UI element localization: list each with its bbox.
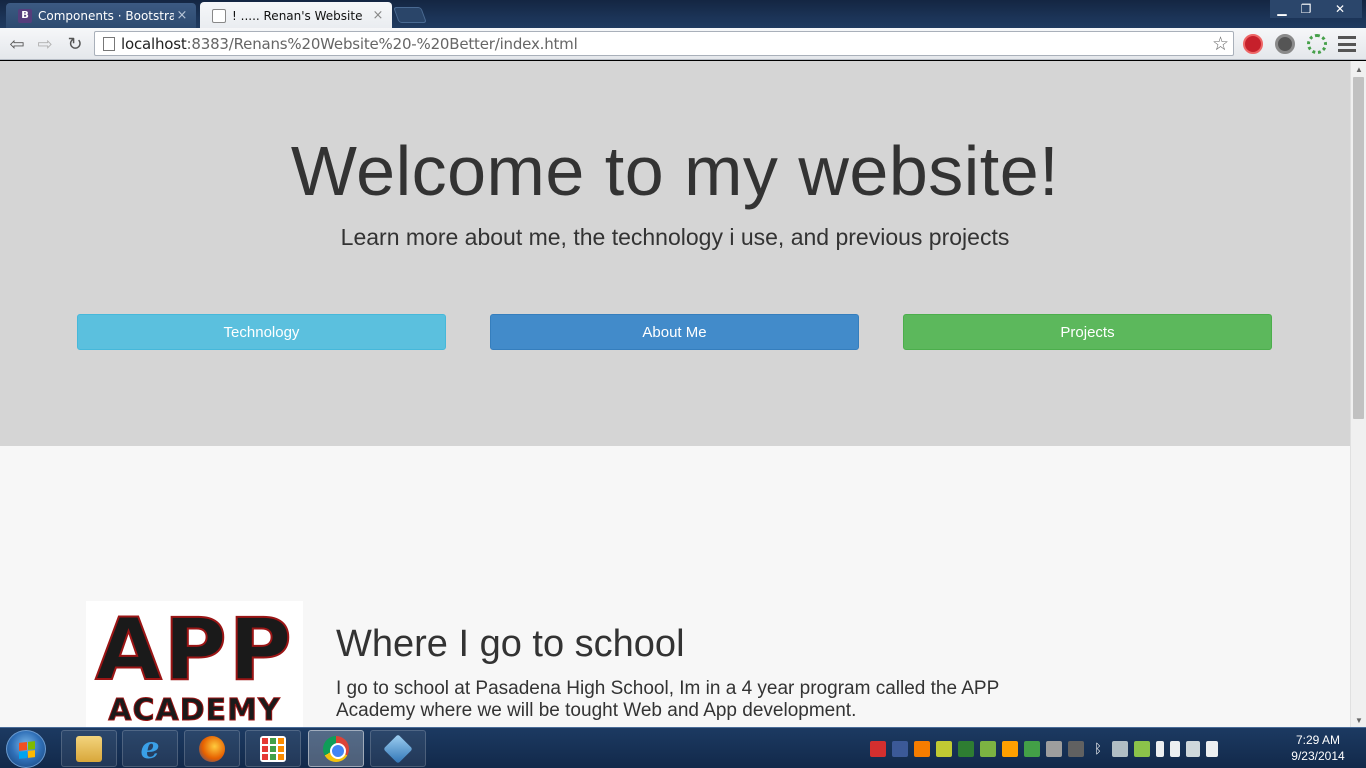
address-bar[interactable]: localhost:8383/Renans%20Website%20-%20Be… (94, 31, 1234, 56)
network-monitor-tray-icon[interactable] (892, 741, 908, 757)
page-scrollbar[interactable]: ▲ ▼ (1350, 61, 1366, 727)
folder-icon (76, 735, 102, 762)
taskbar-chrome[interactable] (308, 730, 364, 767)
signal-strength-icon[interactable] (1186, 741, 1200, 757)
windows-logo-icon (19, 741, 35, 759)
jumbotron: Welcome to my website! Learn more about … (0, 61, 1350, 446)
about-me-button[interactable]: About Me (490, 314, 859, 350)
taskbar-virtualbox[interactable] (370, 730, 426, 767)
display-tray-icon[interactable] (1112, 741, 1128, 757)
school-heading: Where I go to school (336, 623, 685, 665)
url-path: :8383/Renans%20Website%20-%20Better/inde… (186, 34, 578, 53)
action-center-flag-icon[interactable] (1206, 741, 1218, 757)
hero-subtitle: Learn more about me, the technology i us… (340, 224, 1010, 250)
wifi-tray-icon[interactable] (1024, 741, 1040, 757)
system-clock[interactable]: 7:29 AM 9/23/2014 (1280, 732, 1356, 764)
tools-tray-icon[interactable] (1046, 741, 1062, 757)
update-tray-icon[interactable] (1134, 741, 1150, 757)
tab-title: Components · Bootstrap (38, 8, 174, 23)
tab-bootstrap-components[interactable]: B Components · Bootstrap × (6, 3, 196, 28)
taskbar-file-explorer[interactable] (61, 730, 117, 767)
technology-button[interactable]: Technology (77, 314, 446, 350)
acrobat-tray-icon[interactable] (870, 741, 886, 757)
browser-toolbar: ⇦ ⇨ ↻ localhost:8383/Renans%20Website%20… (0, 28, 1366, 60)
battery-icon[interactable] (1156, 741, 1164, 757)
logo-academy-text: ACADEMY (108, 693, 281, 728)
restore-button[interactable]: ❐ (1294, 0, 1318, 18)
scroll-thumb[interactable] (1353, 77, 1364, 419)
security-tray-icon[interactable] (1002, 741, 1018, 757)
taskbar-firefox[interactable] (184, 730, 240, 767)
start-button[interactable] (6, 730, 46, 768)
tab-renans-website[interactable]: ! ..... Renan's Website × (200, 2, 392, 29)
clock-time: 7:29 AM (1295, 733, 1341, 747)
taskbar-app-grid[interactable] (245, 730, 301, 767)
key-tray-icon[interactable] (936, 741, 952, 757)
extension-circle-icon[interactable] (1275, 34, 1295, 54)
virtualbox-icon (383, 733, 413, 764)
tab-close-icon[interactable]: × (370, 8, 386, 23)
extension-loading-icon[interactable] (1307, 34, 1327, 54)
url-text[interactable]: localhost:8383/Renans%20Website%20-%20Be… (121, 35, 578, 53)
scroll-down-arrow-icon[interactable]: ▼ (1355, 716, 1363, 725)
back-arrow-icon[interactable]: ⇦ (6, 33, 28, 55)
close-window-button[interactable]: ✕ (1318, 0, 1362, 18)
firefox-icon (199, 735, 225, 762)
bluetooth-icon[interactable]: ᛒ (1090, 741, 1106, 757)
download-tray-icon[interactable] (980, 741, 996, 757)
school-description: I go to school at Pasadena High School, … (336, 678, 999, 721)
tab-close-icon[interactable]: × (174, 8, 190, 23)
minimize-button[interactable]: ▁ (1270, 0, 1294, 18)
reload-icon[interactable]: ↻ (64, 33, 86, 55)
scroll-up-arrow-icon[interactable]: ▲ (1355, 65, 1363, 74)
clock-date: 9/23/2014 (1291, 749, 1345, 763)
document-favicon-icon (212, 8, 226, 23)
bootstrap-favicon-icon: B (18, 8, 32, 23)
bookmark-star-icon[interactable]: ☆ (1212, 33, 1229, 56)
volume-icon[interactable] (1170, 741, 1180, 757)
app-tray-icon[interactable] (914, 741, 930, 757)
sync-tray-icon[interactable] (958, 741, 974, 757)
forward-arrow-icon[interactable]: ⇨ (34, 33, 56, 55)
page-viewport: Welcome to my website! Learn more about … (0, 61, 1350, 727)
logo-app-text: APP (94, 601, 294, 700)
browser-titlebar: B Components · Bootstrap × ! ..... Renan… (0, 0, 1366, 29)
disc-tray-icon[interactable] (1068, 741, 1084, 757)
system-tray: ᛒ (870, 740, 1218, 758)
tab-title: ! ..... Renan's Website (232, 8, 363, 23)
windows-taskbar: e ᛒ 7:29 AM 9/23/2014 (0, 727, 1366, 768)
adblock-extension-icon[interactable] (1243, 34, 1263, 54)
hero-title: Welcome to my website! (290, 132, 1060, 210)
chrome-icon (323, 735, 349, 762)
app-grid-icon (260, 735, 286, 762)
taskbar-internet-explorer[interactable]: e (122, 730, 178, 767)
internet-explorer-icon: e (140, 730, 160, 766)
projects-button[interactable]: Projects (903, 314, 1272, 350)
url-host: localhost (121, 34, 187, 53)
page-icon (103, 36, 115, 51)
app-academy-logo: APP ACADEMY (86, 601, 303, 727)
chrome-menu-icon[interactable] (1338, 36, 1356, 52)
new-tab-button[interactable] (393, 7, 427, 23)
